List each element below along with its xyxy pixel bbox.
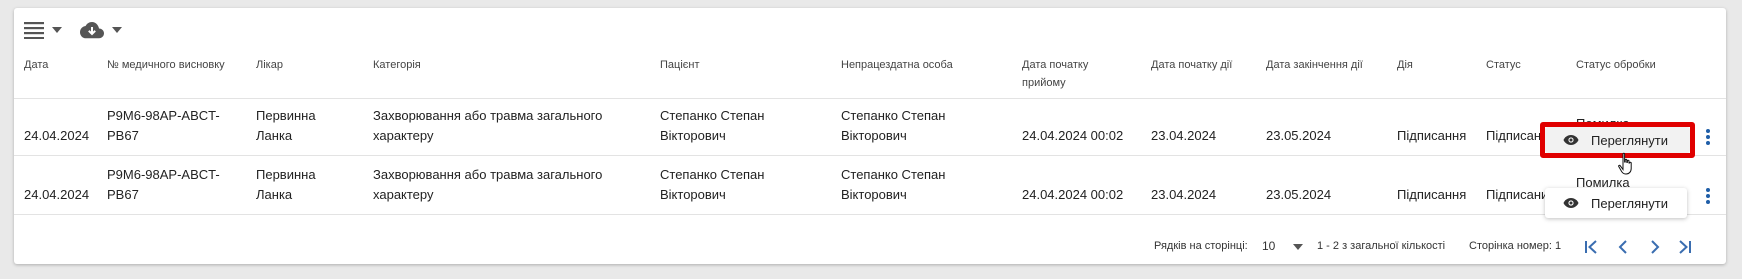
page-number-label: Сторінка номер: 1 [1469,240,1562,252]
column-header-status[interactable]: Статус [1486,56,1521,74]
cell-category-line2: характеру [373,187,434,202]
cell-doctor: Первинна Ланка [256,106,316,146]
cell-reception-start: 24.04.2024 00:02 [1022,187,1124,202]
last-page-icon[interactable] [1678,240,1692,254]
cell-disabled-person: Степанко Степан Вікторович [841,165,945,205]
results-card: Дата № медичного висновку Лікар Категорі… [14,8,1726,264]
next-page-icon[interactable] [1648,240,1662,254]
chevron-down-icon [1292,243,1303,250]
cloud-download-icon [80,22,104,39]
cell-number: P9M6-98AP-ABCT- PB67 [107,106,220,146]
cell-doctor-line1: Первинна [256,108,316,123]
cell-action: Підписання [1397,187,1467,202]
cell-doctor-line2: Ланка [256,128,293,143]
column-header-processing-status[interactable]: Статус обробки [1576,56,1656,74]
column-header-patient[interactable]: Пацієнт [660,56,700,74]
view-menu-item-label: Переглянути [1591,195,1669,211]
column-header-end-date[interactable]: Дата закінчення дії [1266,56,1363,74]
cell-number-line1: P9M6-98AP-ABCT- [107,167,220,182]
view-menu-item[interactable]: Переглянути [1545,196,1668,211]
hand-cursor-icon [1618,152,1632,175]
cell-status: Підписан [1486,128,1542,143]
chevron-down-icon [52,27,62,33]
toolbar [24,15,140,45]
cell-end-date: 23.05.2024 [1266,187,1332,202]
cell-doctor-line1: Первинна [256,167,316,182]
header-divider [14,98,1726,99]
row-menu-icon[interactable] [1705,188,1711,206]
cell-number: P9M6-98AP-ABCT- PB67 [107,165,220,205]
cell-number-line2: PB67 [107,128,139,143]
range-text: 1 - 2 з загальної кількості [1317,240,1446,252]
cell-patient-line2: Вікторович [660,187,726,202]
cell-category-line1: Захворювання або травма загального [373,167,603,182]
rows-per-page-select[interactable]: 10 [1262,239,1303,253]
cell-start-date: 23.04.2024 [1151,128,1217,143]
column-header-doctor[interactable]: Лікар [256,56,283,74]
rows-per-page-value: 10 [1262,239,1276,253]
cell-patient-line2: Вікторович [660,128,726,143]
cell-date: 24.04.2024 [24,187,90,202]
column-header-disabled-person[interactable]: Непрацездатна особа [841,56,953,74]
cell-category: Захворювання або травма загального харак… [373,106,602,146]
chevron-down-icon [112,27,122,33]
rows-per-page-label: Рядків на сторінці: [1154,240,1248,252]
cell-reception-start: 24.04.2024 00:02 [1022,128,1124,143]
cell-doctor: Первинна Ланка [256,165,316,205]
cell-doctor-line2: Ланка [256,187,293,202]
cell-patient-line1: Степанко Степан [660,108,765,123]
previous-page-icon[interactable] [1616,240,1630,254]
cell-action: Підписання [1397,128,1467,143]
cell-disabled-person: Степанко Степан Вікторович [841,106,945,146]
columns-menu-button[interactable] [24,21,62,39]
cell-date: 24.04.2024 [24,128,90,143]
column-header-start-date[interactable]: Дата початку дії [1151,56,1232,74]
cell-patient: Степанко Степан Вікторович [660,165,764,205]
export-menu-button[interactable] [80,21,122,39]
cell-end-date: 23.05.2024 [1266,128,1332,143]
list-icon [24,22,44,39]
footer-divider [14,214,1726,215]
cell-disabled-line1: Степанко Степан [841,108,946,123]
row-actions-menu: Переглянути [1545,188,1687,218]
cell-patient: Степанко Степан Вікторович [660,106,764,146]
cell-disabled-line1: Степанко Степан [841,167,946,182]
cell-start-date: 23.04.2024 [1151,187,1217,202]
column-header-category[interactable]: Категорія [373,56,421,74]
cell-disabled-line2: Вікторович [841,128,907,143]
first-page-icon[interactable] [1584,240,1598,254]
cell-category: Захворювання або травма загального харак… [373,165,602,205]
column-header-action[interactable]: Дія [1397,56,1413,74]
cell-number-line1: P9M6-98AP-ABCT- [107,108,220,123]
cell-category-line1: Захворювання або травма загального [373,108,603,123]
cell-number-line2: PB67 [107,187,139,202]
cell-patient-line1: Степанко Степан [660,167,765,182]
row-menu-icon[interactable] [1705,129,1711,147]
column-header-number[interactable]: № медичного висновку [107,56,225,74]
column-header-reception-start[interactable]: Дата початку прийому [1022,56,1102,92]
eye-icon [1563,198,1579,208]
row-divider [14,155,1726,156]
cell-disabled-line2: Вікторович [841,187,907,202]
column-header-date[interactable]: Дата [24,56,48,74]
cell-category-line2: характеру [373,128,434,143]
